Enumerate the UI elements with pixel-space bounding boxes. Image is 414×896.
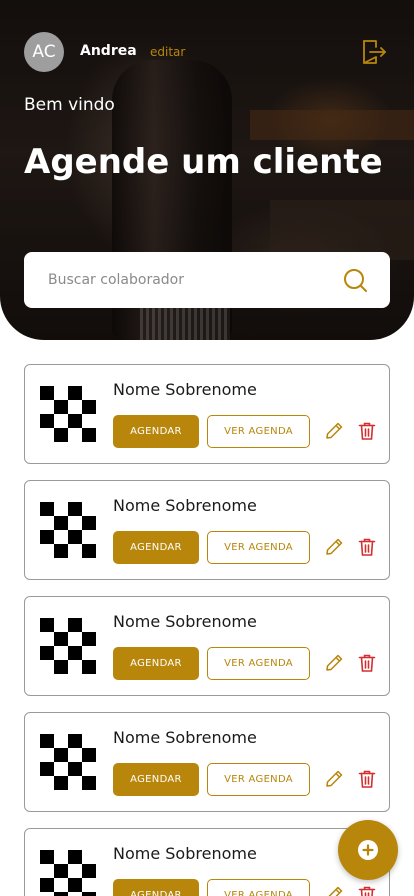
- view-schedule-button[interactable]: VER AGENDA: [207, 531, 310, 564]
- search-icon[interactable]: [342, 267, 368, 293]
- delete-icon[interactable]: [357, 885, 377, 896]
- plus-icon: [358, 840, 378, 860]
- list-item: Nome Sobrenome AGENDAR VER AGENDA: [24, 480, 390, 580]
- edit-icon[interactable]: [324, 769, 344, 789]
- schedule-button[interactable]: AGENDAR: [113, 415, 199, 448]
- collaborator-name: Nome Sobrenome: [113, 496, 257, 515]
- search-bar[interactable]: [24, 252, 390, 308]
- list-item: Nome Sobrenome AGENDAR VER AGENDA: [24, 596, 390, 696]
- delete-icon[interactable]: [357, 769, 377, 789]
- page-title: Agende um cliente: [24, 142, 383, 182]
- edit-icon[interactable]: [324, 653, 344, 673]
- collaborator-name: Nome Sobrenome: [113, 380, 257, 399]
- avatar-placeholder-icon: [40, 850, 96, 896]
- collaborator-name: Nome Sobrenome: [113, 844, 257, 863]
- delete-icon[interactable]: [357, 653, 377, 673]
- edit-profile-link[interactable]: editar: [150, 45, 185, 59]
- collaborator-name: Nome Sobrenome: [113, 728, 257, 747]
- list-item: Nome Sobrenome AGENDAR VER AGENDA: [24, 828, 390, 896]
- list-item: Nome Sobrenome AGENDAR VER AGENDA: [24, 364, 390, 464]
- edit-icon[interactable]: [324, 885, 344, 896]
- avatar-placeholder-icon: [40, 386, 96, 442]
- edit-icon[interactable]: [324, 421, 344, 441]
- view-schedule-button[interactable]: VER AGENDA: [207, 415, 310, 448]
- welcome-text: Bem vindo: [24, 95, 115, 115]
- logout-icon[interactable]: [360, 38, 388, 66]
- avatar[interactable]: AC: [24, 32, 64, 72]
- list-item: Nome Sobrenome AGENDAR VER AGENDA: [24, 712, 390, 812]
- view-schedule-button[interactable]: VER AGENDA: [207, 647, 310, 680]
- avatar-placeholder-icon: [40, 734, 96, 790]
- edit-icon[interactable]: [324, 537, 344, 557]
- avatar-placeholder-icon: [40, 502, 96, 558]
- avatar-placeholder-icon: [40, 618, 96, 674]
- schedule-button[interactable]: AGENDAR: [113, 879, 199, 896]
- view-schedule-button[interactable]: VER AGENDA: [207, 879, 310, 896]
- collaborator-name: Nome Sobrenome: [113, 612, 257, 631]
- delete-icon[interactable]: [357, 537, 377, 557]
- schedule-button[interactable]: AGENDAR: [113, 647, 199, 680]
- schedule-button[interactable]: AGENDAR: [113, 763, 199, 796]
- view-schedule-button[interactable]: VER AGENDA: [207, 763, 310, 796]
- schedule-button[interactable]: AGENDAR: [113, 531, 199, 564]
- delete-icon[interactable]: [357, 421, 377, 441]
- search-input[interactable]: [48, 272, 342, 288]
- add-collaborator-button[interactable]: [338, 820, 398, 880]
- username: Andrea: [80, 43, 137, 59]
- hero-header: AC Andrea editar Bem vindo Agende um cli…: [0, 0, 414, 340]
